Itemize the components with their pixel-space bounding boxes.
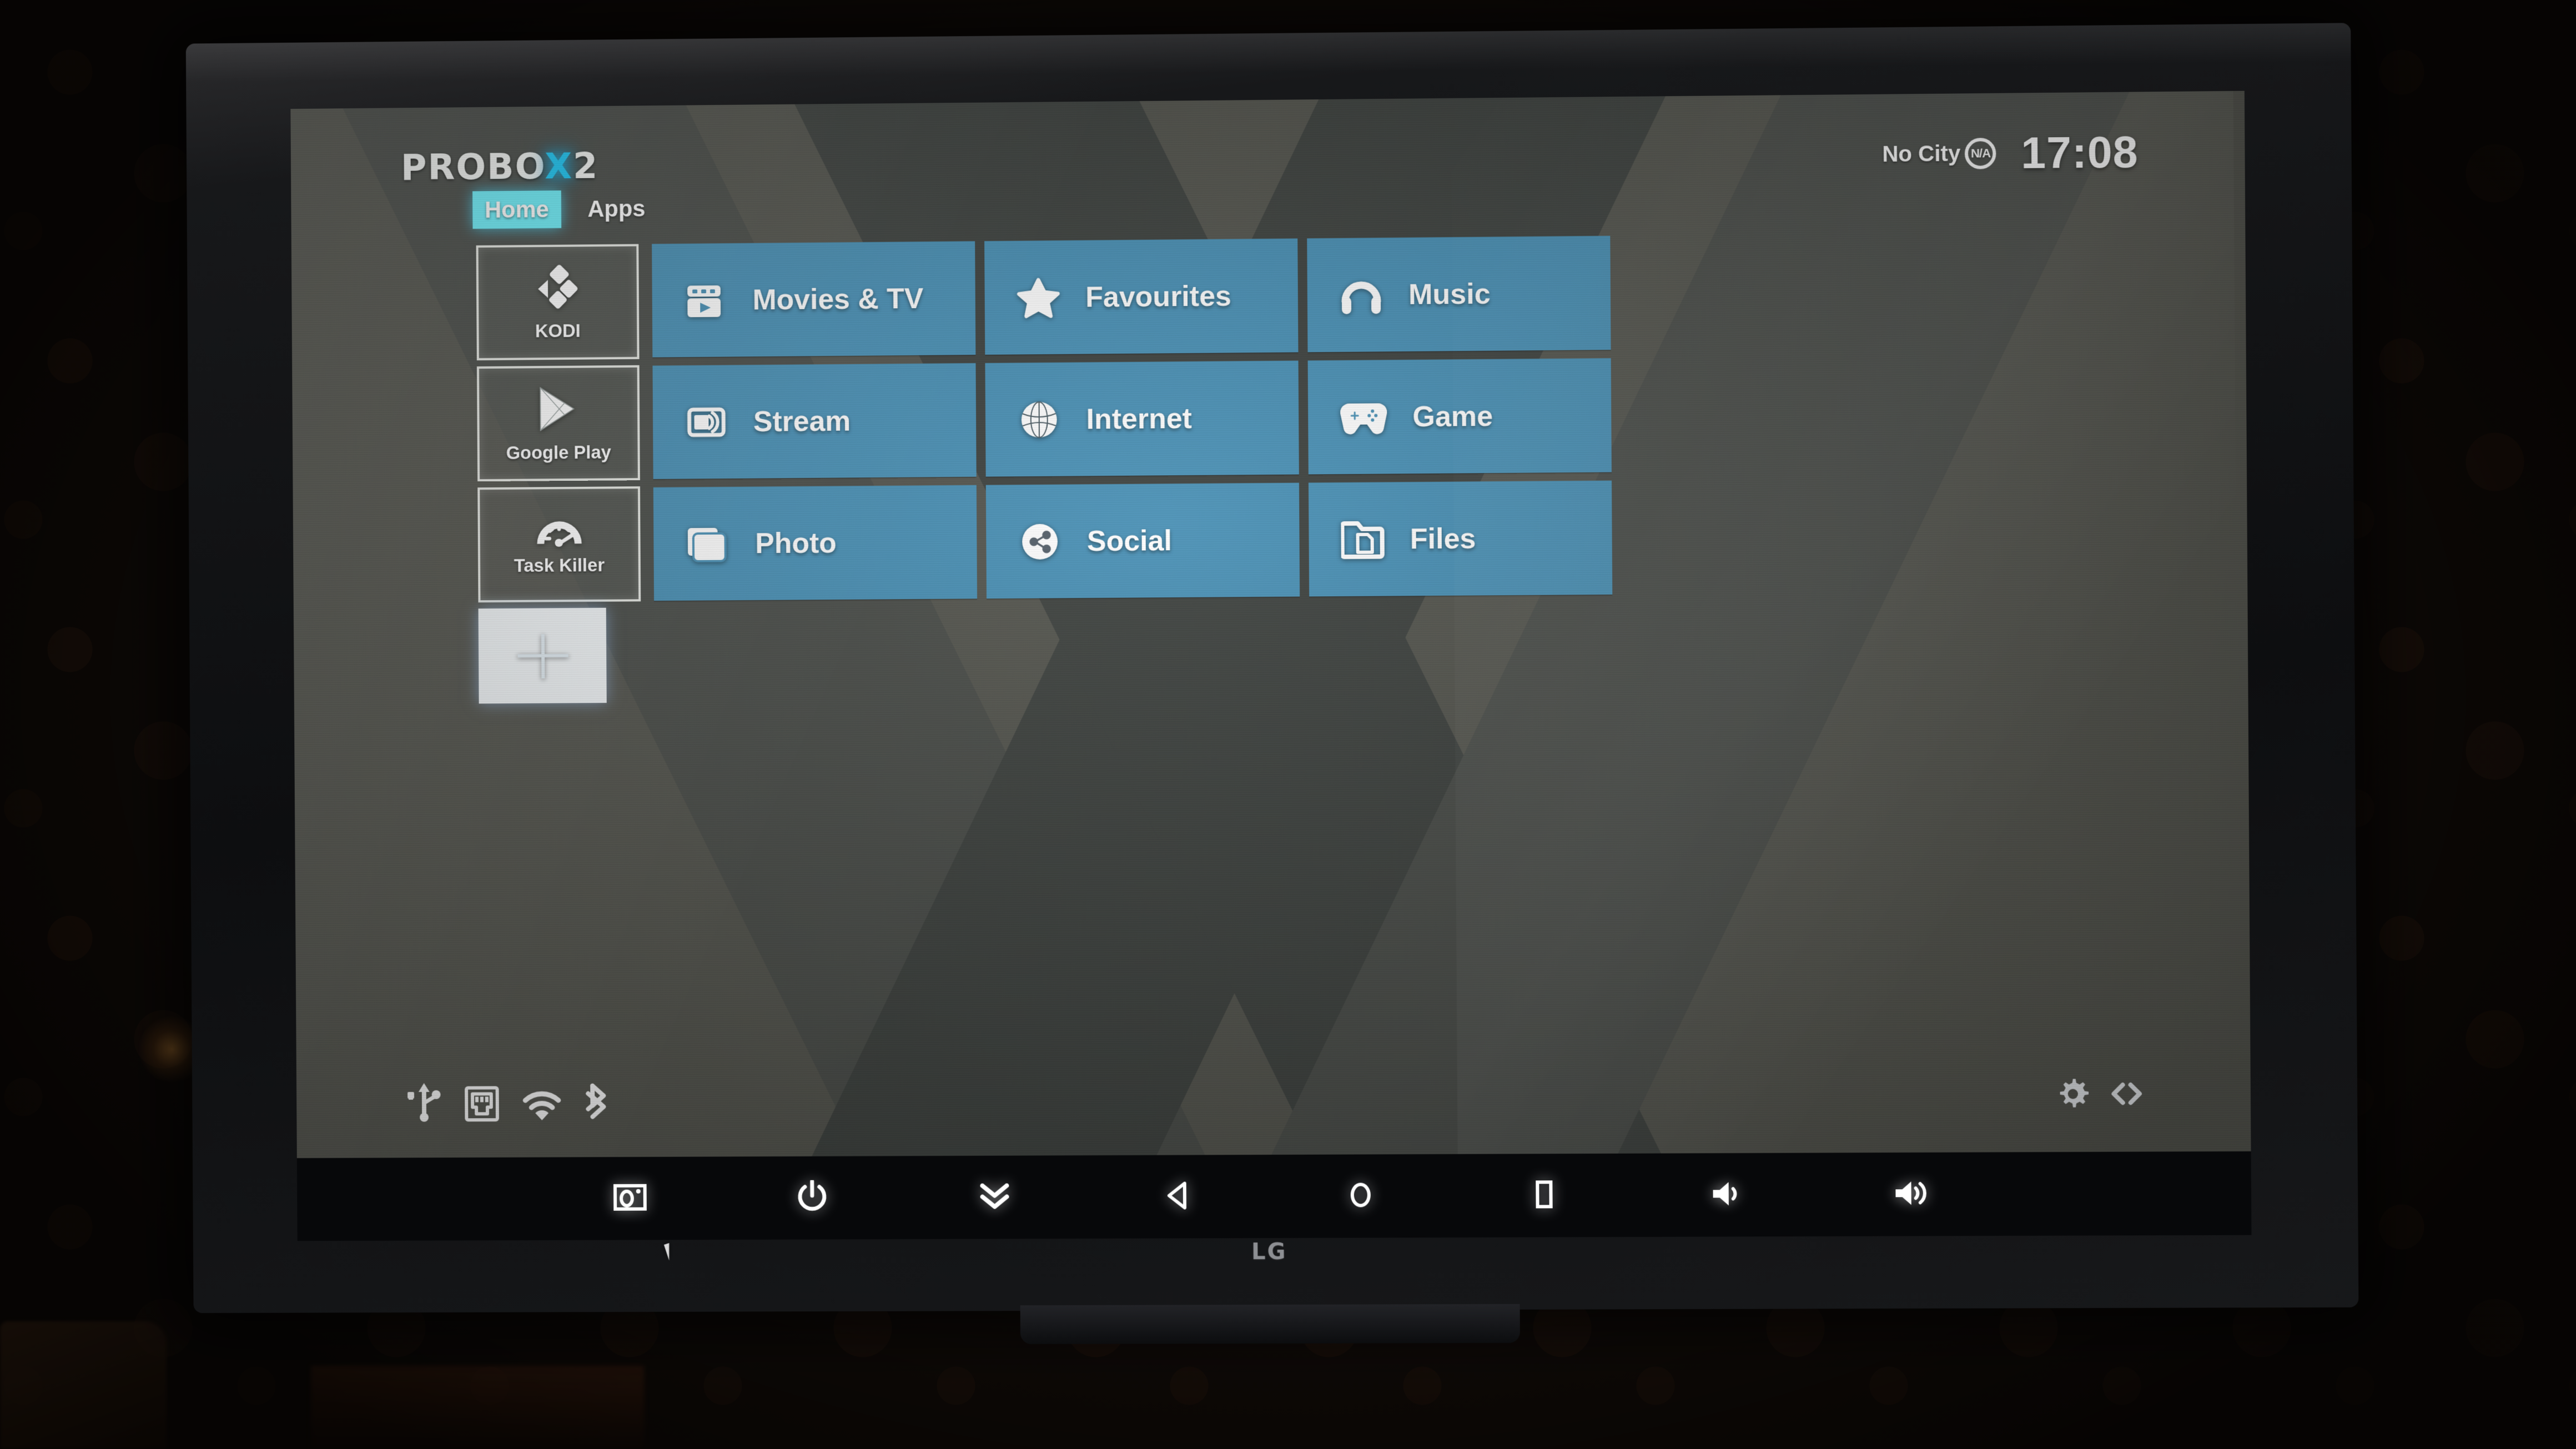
system-actions: [2055, 1076, 2144, 1114]
tab-bar: Home Apps: [472, 190, 658, 229]
volume-up-icon: [1892, 1178, 1933, 1211]
app-tile-google-play[interactable]: Google Play: [476, 365, 640, 482]
tile-photo[interactable]: Photo: [653, 485, 978, 601]
app-tile-kodi[interactable]: KODI: [476, 244, 640, 361]
tv-stand: [1020, 1304, 1520, 1345]
photos-icon: [686, 522, 730, 565]
ethernet-icon[interactable]: [465, 1086, 499, 1124]
mouse-cursor: [663, 1241, 680, 1261]
tab-home[interactable]: Home: [472, 190, 561, 229]
google-play-icon: [533, 383, 584, 434]
back-icon: [1164, 1180, 1191, 1214]
share-icon: [1018, 520, 1061, 563]
tile-label-internet: Internet: [1086, 402, 1193, 435]
film-play-icon: [684, 279, 727, 322]
nav-volume-up-button[interactable]: [1820, 1152, 2005, 1236]
wifi-icon[interactable]: [522, 1089, 562, 1124]
cast-icon: [685, 400, 728, 444]
tile-label-music: Music: [1408, 278, 1491, 311]
app-label-task-killer: Task Killer: [514, 555, 605, 576]
nav-volume-down-button[interactable]: [1636, 1153, 1821, 1237]
kodi-icon: [532, 263, 582, 313]
folder-file-icon: [1341, 519, 1385, 560]
usb-icon[interactable]: [406, 1083, 442, 1125]
logo-suffix: 2: [572, 145, 599, 187]
app-label-kodi: KODI: [535, 320, 581, 341]
volume-down-icon: [1709, 1179, 1747, 1211]
tile-social[interactable]: Social: [985, 482, 1300, 599]
tile-label-game: Game: [1412, 400, 1493, 433]
tile-stream[interactable]: Stream: [652, 363, 977, 479]
star-icon: [1017, 276, 1060, 320]
tile-music[interactable]: Music: [1307, 235, 1611, 353]
code-icon[interactable]: [2109, 1081, 2144, 1109]
weather-widget[interactable]: No City N/A: [1882, 138, 1996, 170]
nav-notifications-button[interactable]: [903, 1155, 1086, 1239]
tab-apps[interactable]: Apps: [575, 190, 657, 228]
nav-screenshot-button[interactable]: [539, 1156, 722, 1240]
notifications-icon: [977, 1181, 1012, 1214]
tile-favourites[interactable]: Favourites: [984, 238, 1299, 355]
main-tile-grid: Movies & TV Favourites Music Stream Inte…: [652, 235, 1613, 601]
nav-back-button[interactable]: [1086, 1155, 1270, 1239]
logo-x: X: [544, 146, 573, 188]
city-label: No City: [1882, 141, 1961, 167]
probox2-logo: PROBOX2: [401, 146, 599, 189]
nav-recents-button[interactable]: [1452, 1154, 1637, 1237]
tile-label-favourites: Favourites: [1085, 280, 1232, 314]
tile-label-photo: Photo: [755, 526, 837, 560]
globe-icon: [1018, 398, 1061, 441]
gamepad-icon: [1340, 398, 1387, 437]
tile-label-stream: Stream: [753, 405, 851, 438]
app-shortcut-column: KODI Google Play Task Killer: [476, 244, 642, 704]
tile-label-files: Files: [1410, 522, 1476, 555]
recents-icon: [1532, 1179, 1557, 1212]
headphones-icon: [1340, 273, 1383, 317]
status-bar-right: No City N/A 17:08: [1882, 127, 2139, 180]
lg-brand-logo: LG: [1251, 1239, 1287, 1265]
tv-screen: PROBOX2 No City N/A 17:08 Home Apps KODI…: [290, 90, 2251, 1159]
app-tile-task-killer[interactable]: Task Killer: [477, 486, 641, 603]
tile-files[interactable]: Files: [1308, 480, 1613, 597]
tile-game[interactable]: Game: [1307, 358, 1612, 475]
bluetooth-icon[interactable]: [585, 1081, 610, 1124]
television: PROBOX2 No City N/A 17:08 Home Apps KODI…: [185, 23, 2359, 1345]
tile-internet[interactable]: Internet: [985, 360, 1299, 477]
tile-movies-and-tv[interactable]: Movies & TV: [652, 241, 976, 358]
launcher-ui: PROBOX2 No City N/A 17:08 Home Apps KODI…: [290, 91, 2251, 1158]
tile-label-social: Social: [1086, 524, 1173, 557]
gauge-icon: [534, 513, 585, 547]
system-status-tray: [406, 1081, 610, 1125]
weather-na-badge: N/A: [1965, 138, 1996, 169]
power-icon: [797, 1180, 827, 1216]
home-icon: [1347, 1179, 1375, 1213]
app-label-google-play: Google Play: [506, 441, 611, 463]
screenshot-icon: [613, 1183, 647, 1214]
logo-prefix: PROBO: [400, 146, 545, 189]
clock: 17:08: [2020, 127, 2139, 178]
nav-power-button[interactable]: [721, 1156, 903, 1240]
gear-icon[interactable]: [2055, 1076, 2090, 1114]
tile-label-movies-and-tv: Movies & TV: [752, 282, 924, 316]
blank-app-icon: [506, 625, 578, 686]
android-navigation-bar: [296, 1151, 2252, 1241]
nav-home-button[interactable]: [1269, 1154, 1452, 1238]
app-tile-blank[interactable]: [478, 607, 607, 704]
